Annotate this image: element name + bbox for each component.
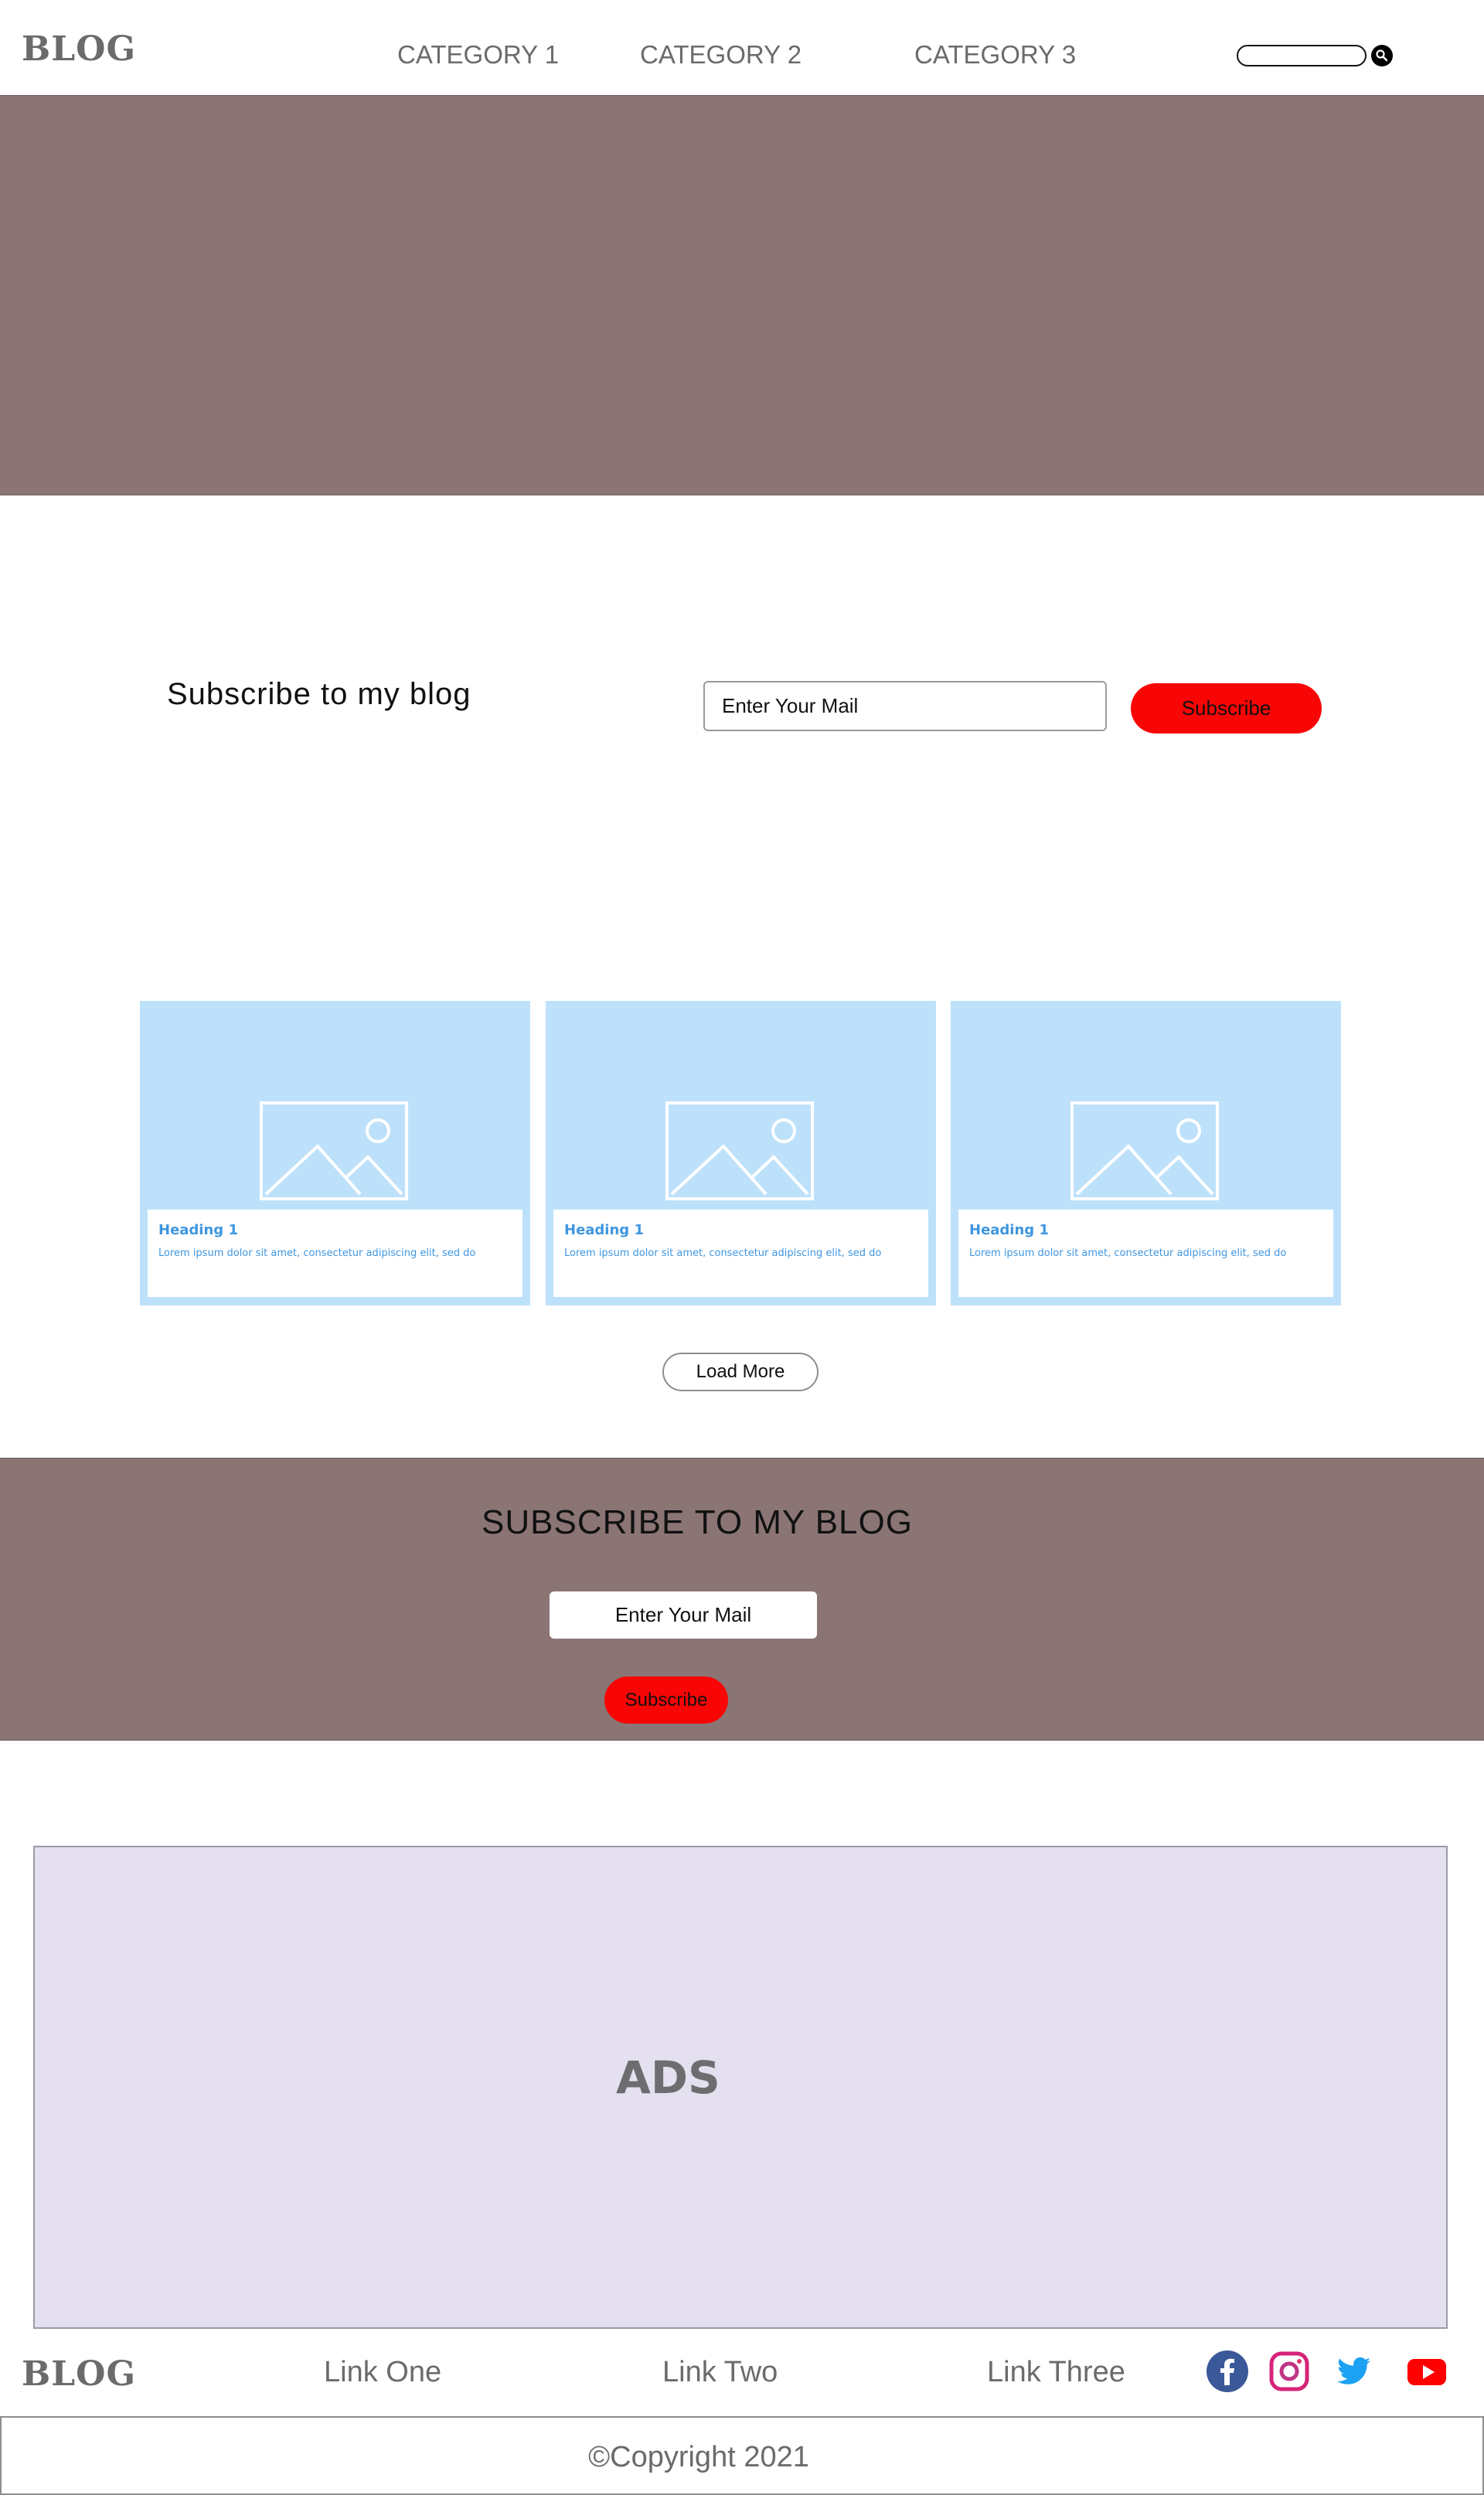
nav-category-2[interactable]: CATEGORY 2: [640, 40, 802, 70]
band-subscribe-button[interactable]: Subscribe: [604, 1676, 728, 1724]
twitter-link[interactable]: [1332, 2350, 1375, 2393]
card-body: Heading 1 Lorem ipsum dolor sit amet, co…: [553, 1210, 928, 1297]
card-text: Lorem ipsum dolor sit amet, consectetur …: [969, 1248, 1287, 1259]
card-body: Heading 1 Lorem ipsum dolor sit amet, co…: [958, 1210, 1333, 1297]
ads-label: ADS: [616, 2051, 720, 2104]
facebook-icon: [1207, 2350, 1248, 2392]
footer-link-three[interactable]: Link Three: [987, 2356, 1125, 2389]
nav-category-1[interactable]: CATEGORY 1: [397, 40, 559, 70]
ads-area[interactable]: ADS: [33, 1846, 1448, 2329]
instagram-icon: [1269, 2351, 1309, 2391]
card-text: Lorem ipsum dolor sit amet, consectetur …: [564, 1248, 882, 1259]
instagram-link[interactable]: [1268, 2350, 1311, 2393]
facebook-link[interactable]: [1206, 2350, 1249, 2393]
footer-link-two[interactable]: Link Two: [662, 2356, 778, 2389]
subscribe-email-input[interactable]: [703, 681, 1107, 731]
youtube-icon: [1407, 2359, 1446, 2385]
blog-card[interactable]: Heading 1 Lorem ipsum dolor sit amet, co…: [140, 1001, 530, 1305]
search-icon: [1376, 49, 1388, 62]
card-body: Heading 1 Lorem ipsum dolor sit amet, co…: [148, 1210, 522, 1297]
youtube-link[interactable]: [1405, 2350, 1448, 2393]
search-button[interactable]: [1371, 45, 1393, 66]
logo[interactable]: BLOG: [22, 29, 136, 69]
subscribe-title: Subscribe to my blog: [167, 677, 471, 711]
band-email-input[interactable]: [550, 1591, 817, 1639]
copyright-bar: ©Copyright 2021: [0, 2416, 1484, 2495]
image-placeholder-icon: [1070, 1101, 1219, 1200]
card-heading: Heading 1: [969, 1222, 1049, 1238]
card-heading: Heading 1: [564, 1222, 644, 1238]
load-more-button[interactable]: Load More: [662, 1353, 819, 1391]
twitter-icon: [1337, 2357, 1370, 2384]
site-header: BLOG CATEGORY 1 CATEGORY 2 CATEGORY 3: [0, 0, 1484, 95]
nav-category-3[interactable]: CATEGORY 3: [914, 40, 1076, 70]
blog-card[interactable]: Heading 1 Lorem ipsum dolor sit amet, co…: [951, 1001, 1341, 1305]
image-placeholder-icon: [665, 1101, 814, 1200]
hero-banner: [0, 95, 1484, 495]
subscribe-band: SUBSCRIBE TO MY BLOG Subscribe: [0, 1458, 1484, 1741]
blog-card[interactable]: Heading 1 Lorem ipsum dolor sit amet, co…: [546, 1001, 936, 1305]
search-input[interactable]: [1237, 45, 1367, 66]
image-placeholder-icon: [260, 1101, 408, 1200]
card-heading: Heading 1: [158, 1222, 238, 1238]
card-text: Lorem ipsum dolor sit amet, consectetur …: [158, 1248, 476, 1259]
band-title: SUBSCRIBE TO MY BLOG: [482, 1503, 913, 1541]
footer-logo[interactable]: BLOG: [22, 2354, 136, 2394]
copyright-text: ©Copyright 2021: [588, 2441, 809, 2473]
footer-link-one[interactable]: Link One: [324, 2356, 441, 2389]
subscribe-button[interactable]: Subscribe: [1131, 683, 1322, 734]
